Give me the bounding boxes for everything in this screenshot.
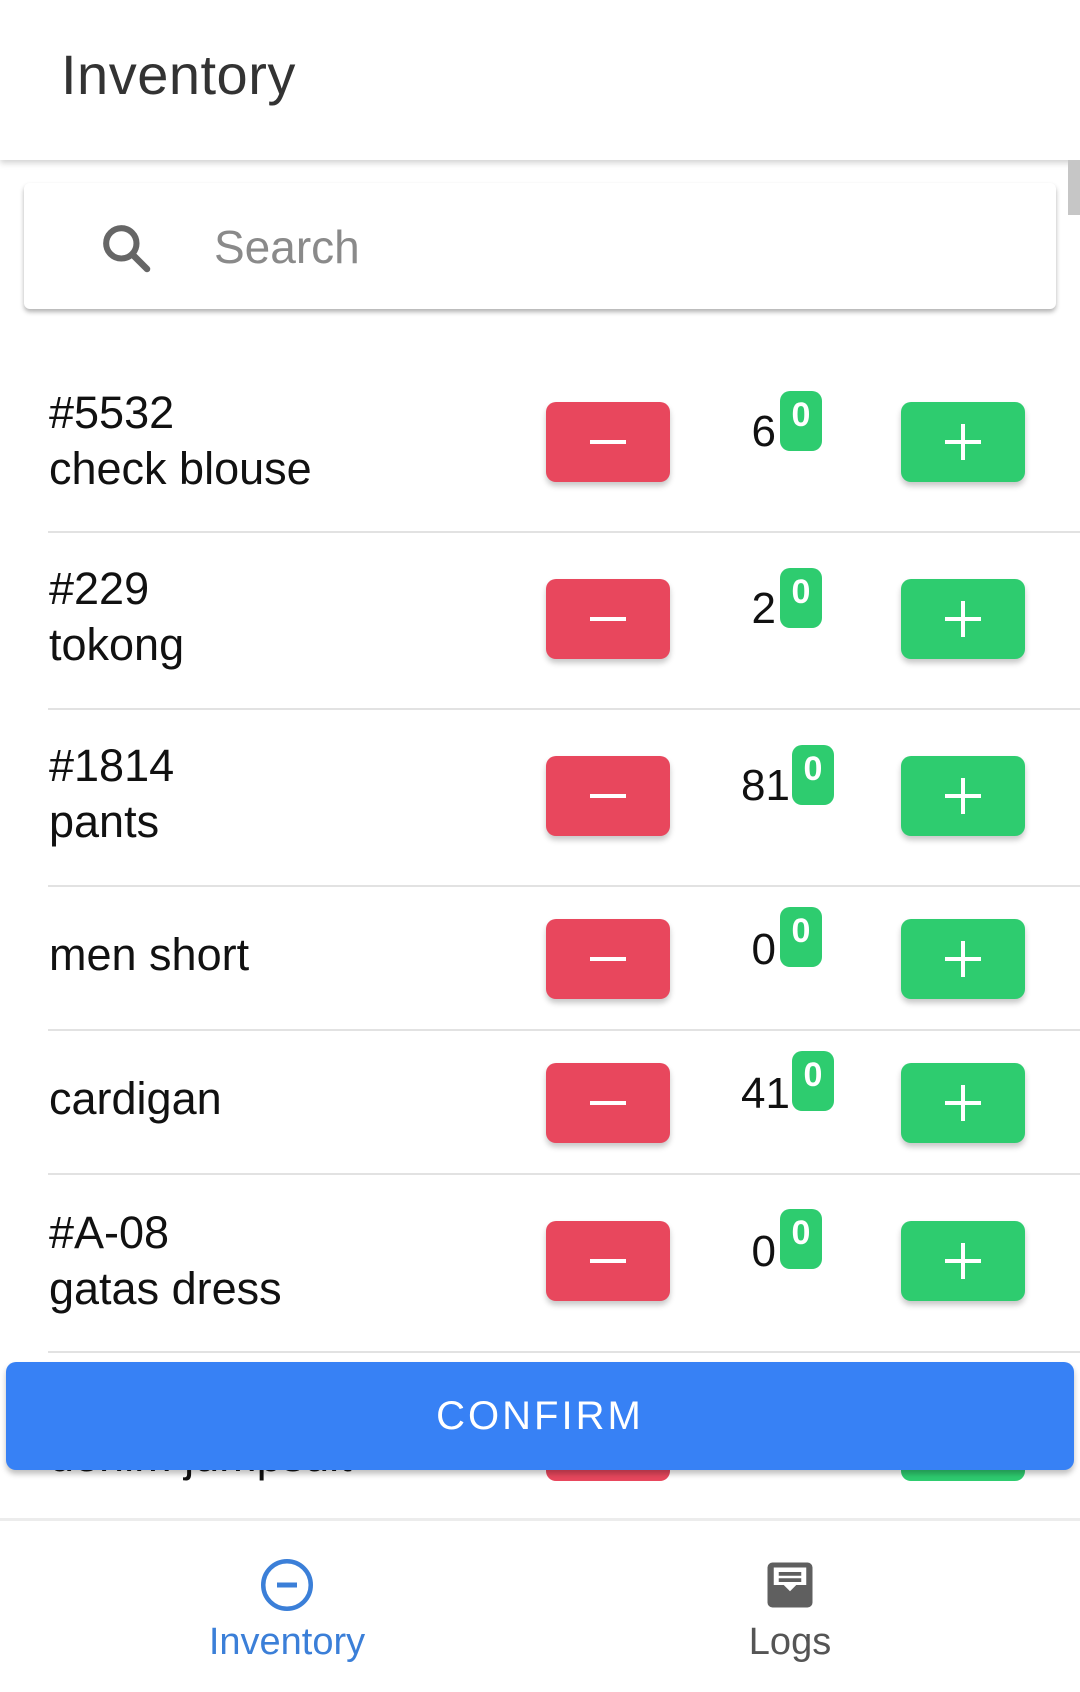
list-item: #229 tokong 2 0 [0, 533, 1080, 710]
minus-circle-icon [261, 1559, 313, 1611]
inbox-tray-icon [767, 1562, 813, 1608]
item-code: #1814 [49, 740, 175, 791]
nav-item-inventory[interactable]: Inventory [17, 1521, 557, 1692]
list-item: #A-08 gatas dress 0 0 [0, 1175, 1080, 1353]
list-item: #1814 pants 81 0 [0, 710, 1080, 887]
change-badge: 0 [792, 1051, 834, 1111]
increment-button[interactable] [901, 1221, 1025, 1301]
decrement-button[interactable] [546, 756, 670, 836]
change-badge: 0 [792, 745, 834, 805]
item-name: men short [49, 929, 250, 980]
decrement-button[interactable] [546, 1221, 670, 1301]
inventory-list: #5532 check blouse 6 0 #229 tokong 2 0 #… [0, 355, 1080, 1353]
minus-icon [590, 1259, 626, 1263]
page-title: Inventory [61, 43, 296, 106]
search-icon [103, 225, 151, 273]
confirm-button[interactable]: CONFIRM [6, 1362, 1074, 1470]
nav-item-logs[interactable]: Logs [520, 1521, 1060, 1692]
item-name: pants [49, 796, 160, 847]
list-item: men short 0 0 [0, 887, 1080, 1031]
nav-label: Logs [748, 1621, 832, 1663]
list-item: cardigan 41 0 [0, 1031, 1080, 1175]
search-bar[interactable] [24, 183, 1056, 309]
search-input[interactable] [212, 213, 1016, 281]
item-quantity: 6 [751, 407, 776, 456]
increment-button[interactable] [901, 579, 1025, 659]
bottom-navigation: Inventory Logs [0, 1518, 1080, 1692]
item-code: #5532 [49, 387, 175, 438]
list-item: #5532 check blouse 6 0 [0, 355, 1080, 533]
change-badge: 0 [780, 568, 822, 628]
decrement-button[interactable] [546, 1063, 670, 1143]
item-name: cardigan [49, 1073, 222, 1124]
change-badge: 0 [780, 391, 822, 451]
change-badge: 0 [780, 1209, 822, 1269]
item-name: check blouse [49, 443, 312, 494]
decrement-button[interactable] [546, 402, 670, 482]
minus-icon [590, 1101, 626, 1105]
item-code: #229 [49, 563, 150, 614]
item-quantity: 81 [741, 761, 790, 810]
item-code: #A-08 [49, 1207, 170, 1258]
item-name: gatas dress [49, 1263, 282, 1314]
increment-button[interactable] [901, 919, 1025, 999]
minus-icon [590, 794, 626, 798]
increment-button[interactable] [901, 1063, 1025, 1143]
increment-button[interactable] [901, 402, 1025, 482]
item-quantity: 2 [751, 584, 776, 633]
decrement-button[interactable] [546, 579, 670, 659]
minus-icon [590, 440, 626, 444]
minus-icon [590, 957, 626, 961]
decrement-button[interactable] [546, 919, 670, 999]
app-bar: Inventory [0, 0, 1080, 160]
divider [48, 1351, 1080, 1353]
item-name: tokong [49, 619, 185, 670]
change-badge: 0 [780, 907, 822, 967]
item-quantity: 0 [751, 1227, 776, 1276]
increment-button[interactable] [901, 756, 1025, 836]
minus-icon [590, 617, 626, 621]
scrollbar[interactable] [1068, 160, 1080, 215]
nav-label: Inventory [208, 1621, 366, 1663]
item-quantity: 41 [741, 1069, 790, 1118]
item-quantity: 0 [751, 925, 776, 974]
